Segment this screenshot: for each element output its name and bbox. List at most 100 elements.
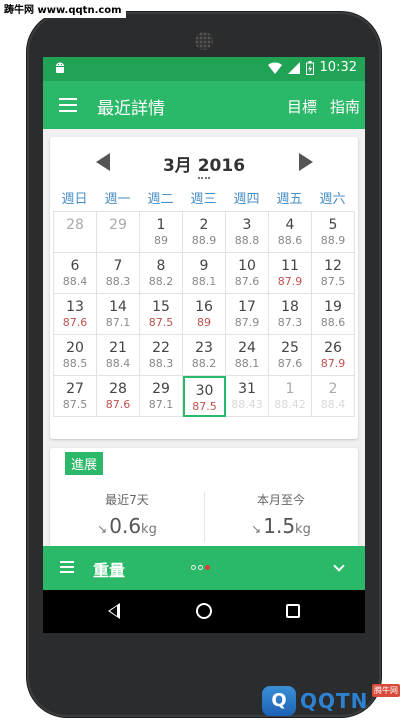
android-icon — [56, 62, 64, 73]
weekday-label: 週四 — [233, 192, 260, 207]
calendar-day[interactable]: 17 87.9 — [226, 294, 269, 335]
day-weight: 88.42 — [274, 398, 306, 411]
battery-icon — [305, 60, 314, 75]
day-number: 20 — [66, 340, 84, 356]
stat-value-row: ↘ 0.6kg — [50, 514, 204, 538]
calendar-day[interactable]: 2 88.9 — [183, 212, 226, 253]
calendar-day[interactable]: 2 88.4 — [312, 376, 355, 417]
calendar-day[interactable]: 11 87.9 — [269, 253, 312, 294]
day-weight: 87.5 — [148, 316, 174, 329]
day-number: 19 — [324, 299, 342, 315]
guide-button[interactable]: 指南 — [330, 96, 360, 117]
trend-down-icon: ↘ — [97, 522, 108, 536]
page-dot — [191, 565, 196, 570]
day-number: 23 — [195, 340, 213, 356]
day-weight: 88.5 — [62, 357, 88, 370]
day-number: 22 — [152, 340, 170, 356]
day-weight: 87.5 — [320, 275, 346, 288]
calendar-day[interactable]: 28 87.6 — [97, 376, 140, 417]
home-icon[interactable] — [196, 603, 212, 619]
day-weight: 88.9 — [191, 234, 217, 247]
calendar-day[interactable]: 29 — [97, 212, 140, 253]
recent-apps-icon[interactable] — [286, 604, 300, 618]
day-weight: 88.9 — [320, 234, 346, 247]
day-number: 27 — [66, 381, 84, 397]
calendar-day[interactable]: 6 88.4 — [54, 253, 97, 294]
day-weight: 88.6 — [320, 316, 346, 329]
day-weight: 87.3 — [277, 316, 303, 329]
day-weight: 88.3 — [105, 275, 131, 288]
day-number: 30 — [195, 383, 214, 399]
calendar-day[interactable]: 21 88.4 — [97, 335, 140, 376]
stat-unit: kg — [141, 522, 157, 537]
calendar-day[interactable]: 27 87.5 — [54, 376, 97, 417]
day-number: 14 — [109, 299, 127, 315]
calendar-day[interactable]: 31 88.43 — [226, 376, 269, 417]
calendar-day[interactable]: 1 88.42 — [269, 376, 312, 417]
calendar-day[interactable]: 1 89 — [140, 212, 183, 253]
calendar-day[interactable]: 12 87.5 — [312, 253, 355, 294]
stat-label: 本月至今 — [256, 493, 305, 507]
day-weight: 88.43 — [231, 398, 263, 411]
chevron-down-icon[interactable] — [333, 560, 345, 572]
weekday-label: 週六 — [319, 192, 346, 207]
calendar-day[interactable]: 5 88.9 — [312, 212, 355, 253]
watermark-top: 踌牛网 www.qqtn.com — [0, 0, 126, 18]
day-weight: 89 — [197, 316, 211, 329]
back-icon[interactable] — [108, 603, 120, 619]
calendar-day[interactable]: 9 88.1 — [183, 253, 226, 294]
weekday-label: 週五 — [276, 192, 303, 207]
calendar-day[interactable]: 25 87.6 — [269, 335, 312, 376]
calendar-grid: 28 29 1 89 2 88.9 3 88.8 4 88.6 5 88.9 6 88.4 7 88.3 8 88… — [53, 211, 355, 417]
status-time: 10:32 — [319, 60, 357, 75]
watermark-logo: Q — [262, 686, 296, 716]
menu-icon[interactable] — [59, 98, 77, 112]
calendar-day[interactable]: 7 88.3 — [97, 253, 140, 294]
calendar-day[interactable]: 10 87.6 — [226, 253, 269, 294]
day-number: 5 — [328, 217, 338, 233]
wifi-icon — [267, 61, 282, 74]
day-number: 12 — [324, 258, 342, 274]
next-month-icon[interactable] — [299, 153, 313, 171]
calendar-day[interactable]: 20 88.5 — [54, 335, 97, 376]
watermark-tag: 腾牛网 — [372, 684, 400, 697]
page-dot-active — [205, 565, 210, 570]
calendar-day[interactable]: 23 88.2 — [183, 335, 226, 376]
calendar-day[interactable]: 15 87.5 — [140, 294, 183, 335]
calendar-day[interactable]: 26 87.9 — [312, 335, 355, 376]
day-number: 28 — [109, 381, 127, 397]
calendar-day[interactable]: 8 88.2 — [140, 253, 183, 294]
calendar-day[interactable]: 13 87.6 — [54, 294, 97, 335]
calendar-day[interactable]: 18 87.3 — [269, 294, 312, 335]
status-bar: 10:32 — [43, 57, 365, 81]
weekday-header: 週日 週一 週二 週三 週四 週五 週六 — [50, 188, 358, 207]
day-number: 8 — [156, 258, 166, 274]
stat-value-row: ↘ 1.5kg — [204, 514, 358, 538]
goals-button[interactable]: 目標 — [287, 96, 317, 117]
calendar-day[interactable]: 19 88.6 — [312, 294, 355, 335]
day-weight: 88.2 — [191, 357, 217, 370]
day-number: 1 — [285, 381, 295, 397]
stat-unit: kg — [295, 522, 311, 537]
calendar-day[interactable]: 29 87.1 — [140, 376, 183, 417]
calendar-day[interactable]: 22 88.3 — [140, 335, 183, 376]
day-weight: 89 — [154, 234, 168, 247]
calendar-day[interactable]: 4 88.6 — [269, 212, 312, 253]
day-weight: 87.9 — [320, 357, 346, 370]
metric-selector-label[interactable]: 重量 — [93, 557, 125, 581]
day-weight: 88.4 — [320, 398, 346, 411]
day-weight: 88.6 — [277, 234, 303, 247]
day-number: 13 — [66, 299, 84, 315]
stat-last-7-days: 最近7天 ↘ 0.6kg — [50, 491, 204, 538]
bottom-bar[interactable]: 重量 — [43, 546, 365, 590]
calendar-day[interactable]: 14 87.1 — [97, 294, 140, 335]
speaker-grille — [195, 32, 213, 50]
calendar-day[interactable]: 28 — [54, 212, 97, 253]
calendar-day[interactable]: 24 88.1 — [226, 335, 269, 376]
calendar-day[interactable]: 3 88.8 — [226, 212, 269, 253]
watermark-text: QQTN — [300, 689, 369, 713]
day-weight: 87.6 — [105, 398, 131, 411]
calendar-day[interactable]: 16 89 — [183, 294, 226, 335]
day-number: 25 — [281, 340, 299, 356]
calendar-day-today[interactable]: 30 87.5 — [183, 376, 226, 417]
